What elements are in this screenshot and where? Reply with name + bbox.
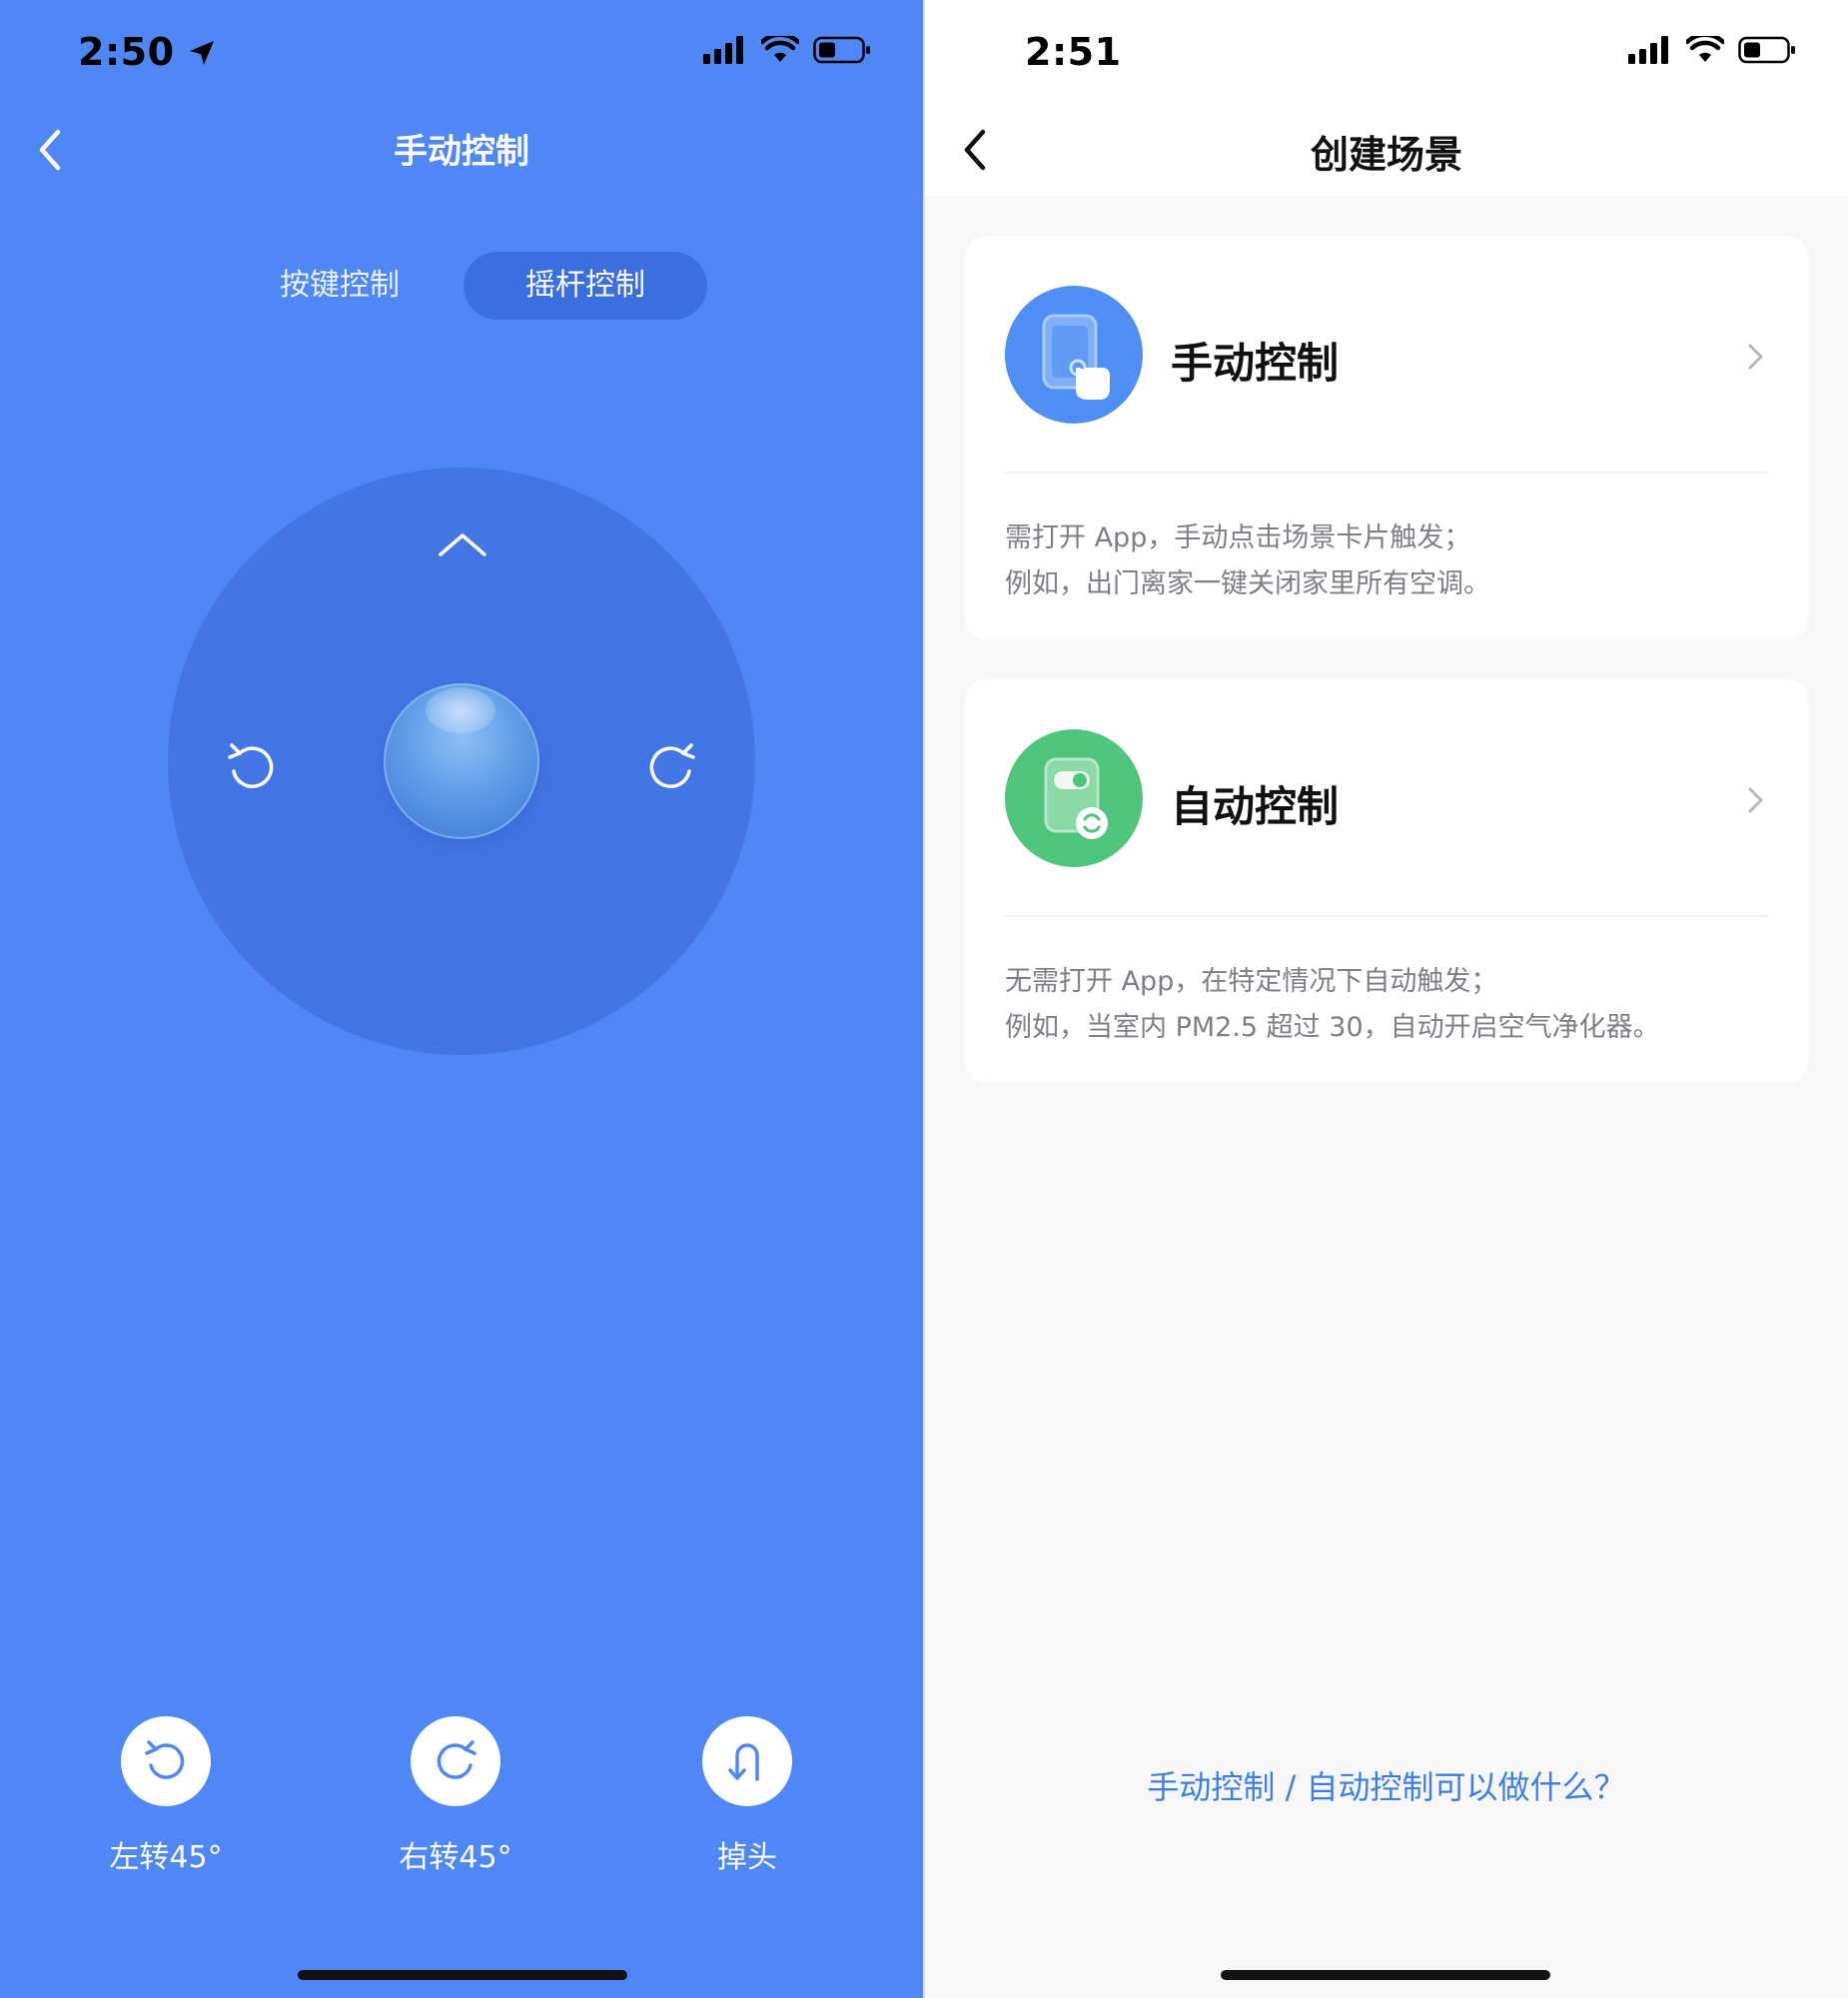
wifi-icon bbox=[1686, 36, 1724, 62]
wifi-icon bbox=[761, 36, 799, 62]
card-title: 手动控制 bbox=[1171, 339, 1340, 388]
description-line: 无需打开 App，在特定情况下自动触发； bbox=[1005, 966, 1498, 997]
rotate-right-icon bbox=[649, 743, 695, 788]
auto-control-card[interactable]: 自动控制 无需打开 App，在特定情况下自动触发； 例如，当室内 PM2.5 超… bbox=[965, 679, 1808, 1083]
card-description: 需打开 App，手动点击场景卡片触发； 例如，出门离家一键关闭家里所有空调。 bbox=[1005, 515, 1490, 607]
joystick-control-screen: 2:50 手动控制 按键控制 摇杆控制 左转45° 右转45° 掉头 bbox=[0, 0, 923, 1998]
joystick-pad[interactable] bbox=[168, 468, 755, 1055]
chevron-up-icon bbox=[439, 533, 486, 556]
u-turn-icon bbox=[728, 1743, 759, 1781]
create-scene-screen: 2:51 创建场景 手动控制 需打开 App，手动点击场景卡片触发； 例如，出门… bbox=[925, 0, 1848, 1998]
card-title: 自动控制 bbox=[1171, 782, 1340, 831]
auto-control-icon-circle bbox=[1005, 729, 1143, 867]
u-turn-label: 掉头 bbox=[717, 1840, 777, 1875]
rotate-left-icon bbox=[145, 1740, 185, 1779]
u-turn-circle[interactable] bbox=[702, 1716, 792, 1806]
chevron-right-icon bbox=[1748, 787, 1763, 813]
manual-control-icon-circle bbox=[1005, 286, 1143, 424]
turn-left-circle[interactable] bbox=[121, 1716, 211, 1806]
status-time-text: 2:50 bbox=[78, 30, 175, 74]
page-title: 创建场景 bbox=[1310, 133, 1462, 177]
tab-key-control[interactable]: 按键控制 bbox=[240, 252, 440, 320]
turn-right-circle[interactable] bbox=[411, 1716, 500, 1806]
turn-left-45-button[interactable]: 左转45° bbox=[66, 1716, 266, 1876]
turn-left-label: 左转45° bbox=[109, 1840, 223, 1875]
signal-icon bbox=[703, 36, 743, 64]
card-divider bbox=[1005, 915, 1768, 917]
auto-sync-phone-icon bbox=[1044, 757, 1108, 839]
description-line: 例如，出门离家一键关闭家里所有空调。 bbox=[1005, 568, 1490, 599]
card-divider bbox=[1005, 472, 1768, 474]
status-time: 2:51 bbox=[1025, 30, 1122, 74]
battery-icon bbox=[1738, 36, 1795, 64]
battery-icon bbox=[813, 36, 870, 64]
turn-right-45-button[interactable]: 右转45° bbox=[356, 1716, 555, 1876]
joystick-knob[interactable] bbox=[384, 683, 539, 839]
rotate-left-icon bbox=[228, 743, 274, 788]
page-title: 手动控制 bbox=[394, 132, 529, 172]
tab-joystick-control[interactable]: 摇杆控制 bbox=[463, 252, 707, 320]
help-link[interactable]: 手动控制 / 自动控制可以做什么？ bbox=[925, 1762, 1848, 1808]
home-indicator[interactable] bbox=[1221, 1970, 1550, 1980]
turn-right-label: 右转45° bbox=[399, 1840, 512, 1875]
chevron-right-icon bbox=[1748, 344, 1763, 370]
manual-control-card[interactable]: 手动控制 需打开 App，手动点击场景卡片触发； 例如，出门离家一键关闭家里所有… bbox=[965, 236, 1808, 639]
u-turn-button[interactable]: 掉头 bbox=[647, 1716, 847, 1876]
status-icons bbox=[1628, 36, 1796, 64]
status-icons bbox=[703, 36, 871, 64]
status-time: 2:50 bbox=[78, 30, 216, 74]
signal-icon bbox=[1628, 36, 1668, 64]
knob-highlight bbox=[426, 687, 495, 733]
tap-phone-icon bbox=[1042, 314, 1110, 400]
description-line: 例如，当室内 PM2.5 超过 30，自动开启空气净化器。 bbox=[1005, 1012, 1660, 1043]
rotate-right-icon bbox=[437, 1740, 476, 1779]
description-line: 需打开 App，手动点击场景卡片触发； bbox=[1005, 522, 1471, 553]
home-indicator[interactable] bbox=[298, 1970, 627, 1980]
card-description: 无需打开 App，在特定情况下自动触发； 例如，当室内 PM2.5 超过 30，… bbox=[1005, 959, 1660, 1051]
location-arrow-icon bbox=[190, 41, 215, 65]
